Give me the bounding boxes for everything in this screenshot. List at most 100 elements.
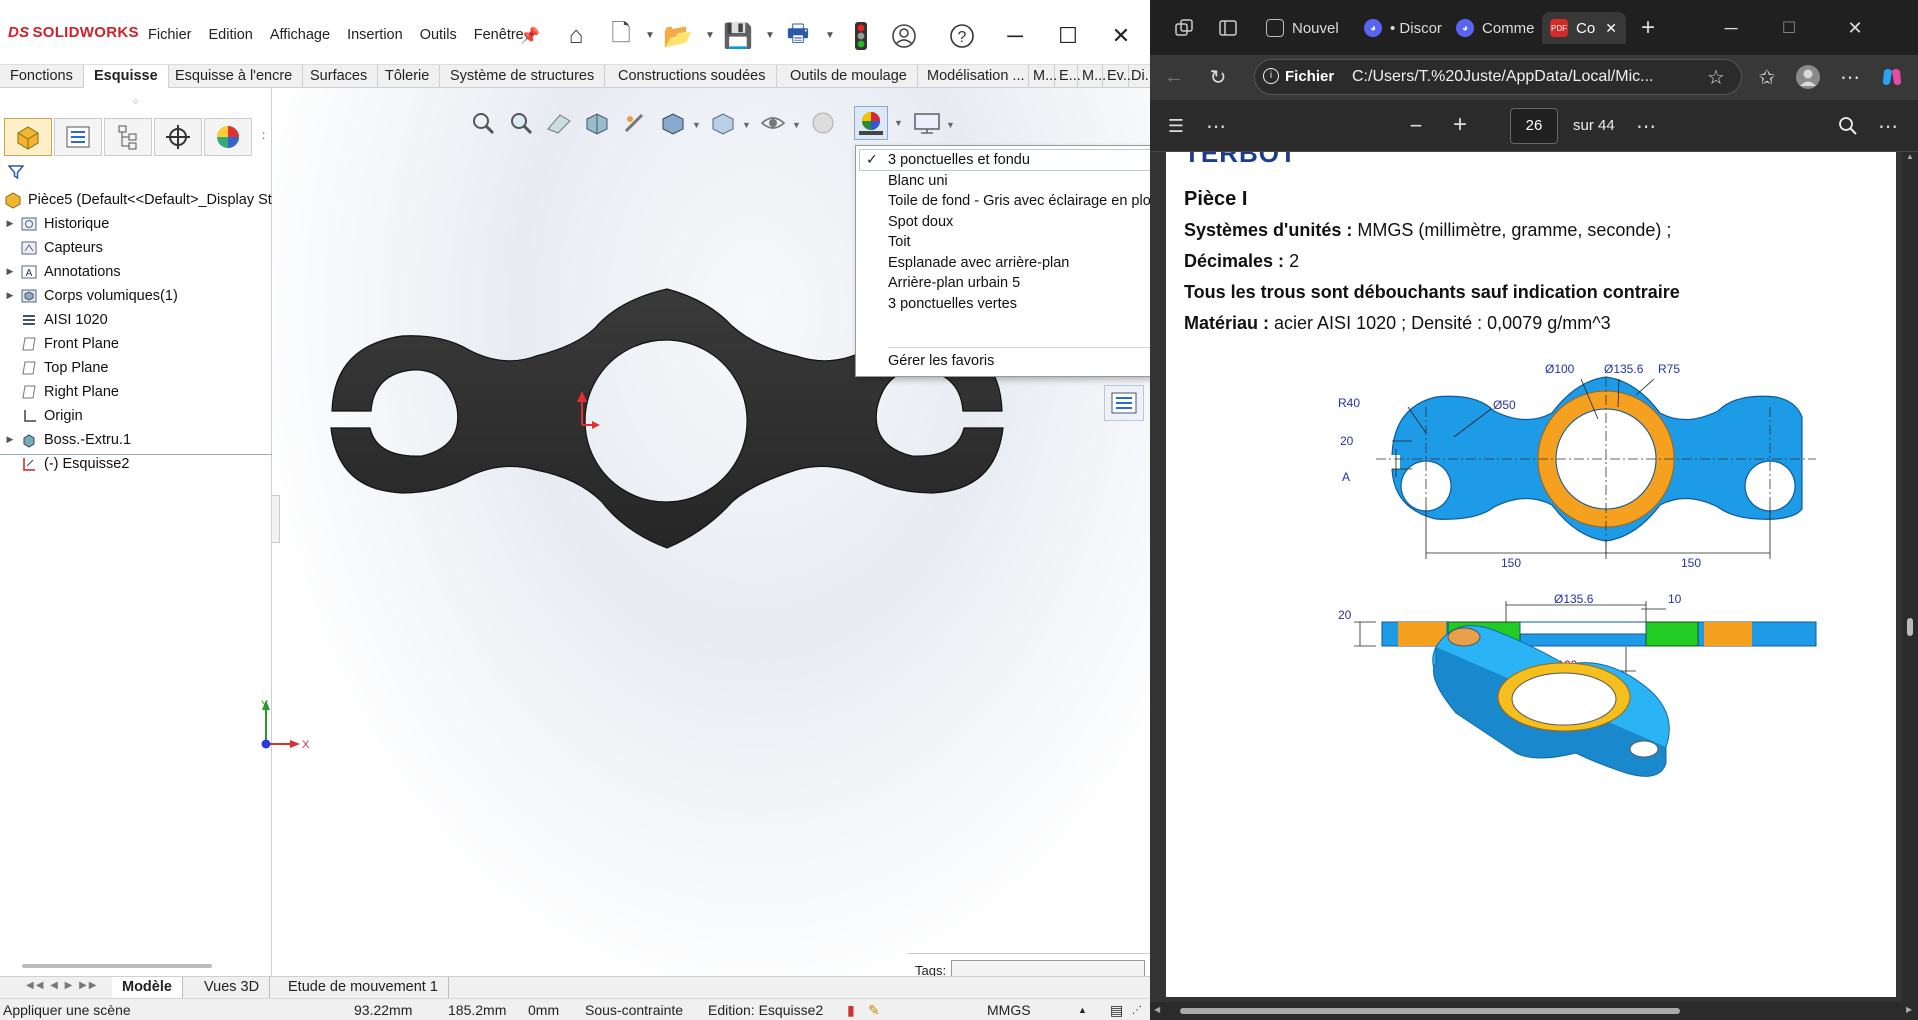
- scene-option-spot-doux[interactable]: Spot doux: [888, 214, 953, 230]
- chevron-down-icon[interactable]: ▼: [645, 30, 655, 41]
- tree-item-origin[interactable]: Origin: [4, 404, 83, 427]
- zoom-out-icon[interactable]: −: [1404, 113, 1428, 138]
- save-icon[interactable]: 💾: [720, 18, 756, 54]
- status-units[interactable]: MMGS: [987, 1002, 1031, 1018]
- home-icon[interactable]: ⌂: [558, 18, 594, 54]
- tree-item-front-plane[interactable]: Front Plane: [4, 332, 119, 355]
- chevron-down-icon[interactable]: ▼: [825, 30, 835, 41]
- refresh-icon[interactable]: ↻: [1206, 65, 1230, 89]
- scene-option-3-ponctuelles-fondu[interactable]: 3 ponctuelles et fondu: [888, 152, 1030, 168]
- chevron-up-icon[interactable]: ▲: [1078, 1005, 1087, 1015]
- tree-item-material[interactable]: AISI 1020: [4, 308, 108, 331]
- new-document-icon[interactable]: 🗋: [603, 18, 639, 54]
- menu-affichage[interactable]: Affichage: [270, 27, 330, 43]
- copilot-icon[interactable]: [1878, 63, 1906, 91]
- expand-arrow-icon[interactable]: ▶: [4, 218, 16, 229]
- property-manager-tab-icon[interactable]: [54, 118, 102, 156]
- tab-di[interactable]: Di...: [1129, 65, 1157, 89]
- scene-option-toile-de-fond[interactable]: Toile de fond - Gris avec éclairage en p…: [888, 193, 1183, 209]
- scroll-up-icon[interactable]: ▲: [1906, 152, 1914, 161]
- feature-tree-tab-icon[interactable]: [4, 118, 52, 156]
- tab-fonctions[interactable]: Fonctions: [0, 65, 84, 89]
- tab-e[interactable]: E...: [1055, 65, 1081, 89]
- maximize-button[interactable]: ☐: [1774, 14, 1804, 42]
- pdf-horizontal-scrollbar[interactable]: ◀ ▶: [1150, 1002, 1918, 1020]
- tree-item-boss-extrude[interactable]: ▶ Boss.-Extru.1: [4, 428, 132, 451]
- tree-root-part[interactable]: Pièce5 (Default<<Default>_Display Sta: [4, 188, 280, 211]
- back-icon[interactable]: ←: [1162, 65, 1186, 89]
- tree-item-esquisse2[interactable]: (-) Esquisse2: [4, 452, 129, 475]
- help-icon[interactable]: ?: [944, 18, 980, 54]
- scroll-left-icon[interactable]: ◀: [1154, 1005, 1160, 1014]
- tab-m[interactable]: M...: [1029, 65, 1057, 89]
- scene-option-3-ponctuelles-vertes[interactable]: 3 ponctuelles vertes: [888, 296, 1017, 312]
- resize-grip-icon[interactable]: ⋰: [1132, 1005, 1142, 1016]
- scrollbar-thumb[interactable]: [1180, 1008, 1680, 1014]
- tab-etude-mouvement[interactable]: Etude de mouvement 1: [278, 977, 449, 999]
- more-pdf-options-icon[interactable]: ⋯: [1634, 114, 1658, 138]
- scrollbar-thumb[interactable]: [1907, 618, 1913, 636]
- minimize-button[interactable]: ─: [1716, 14, 1746, 42]
- close-button[interactable]: ✕: [1840, 14, 1870, 42]
- tab-modele[interactable]: Modèle: [112, 977, 183, 999]
- panel-grip-icon[interactable]: ○: [133, 96, 138, 106]
- scroll-right-icon[interactable]: ▶: [1906, 1005, 1912, 1014]
- tree-item-capteurs[interactable]: Capteurs: [4, 236, 103, 259]
- pdf-menu-icon[interactable]: ⋯: [1876, 114, 1900, 138]
- tree-item-historique[interactable]: ▶ Historique: [4, 212, 110, 235]
- browser-tab-discord[interactable]: ◕ • Discor: [1364, 12, 1448, 44]
- tab-modelisation[interactable]: Modélisation ...: [917, 65, 1029, 89]
- feature-manager-scrollbar[interactable]: [22, 964, 212, 968]
- rollback-bar[interactable]: [0, 454, 272, 455]
- rebuild-traffic-light-icon[interactable]: [843, 18, 879, 54]
- page-number-input[interactable]: 26: [1510, 108, 1558, 144]
- menu-outils[interactable]: Outils: [420, 27, 457, 43]
- tab-m2[interactable]: M...: [1078, 65, 1106, 89]
- tree-item-annotations[interactable]: ▶ A Annotations: [4, 260, 121, 283]
- scene-option-urbain-5[interactable]: Arrière-plan urbain 5: [888, 275, 1020, 291]
- close-button[interactable]: ✕: [1101, 18, 1141, 54]
- scene-option-blanc-uni[interactable]: Blanc uni: [888, 173, 948, 189]
- expand-arrow-icon[interactable]: ▶: [4, 266, 16, 277]
- tree-item-corps-volumiques[interactable]: ▶ Corps volumiques(1): [4, 284, 178, 307]
- tab-scroll-arrows-icon[interactable]: ◀◀ ◀ ▶ ▶▶: [26, 980, 116, 996]
- tree-item-top-plane[interactable]: Top Plane: [4, 356, 109, 379]
- pdf-viewport[interactable]: TERBOT Pièce I Systèmes d'unités : MMGS …: [1150, 152, 1918, 1002]
- more-tabs-icon[interactable]: :: [262, 128, 265, 142]
- info-icon[interactable]: i: [1263, 68, 1279, 84]
- display-manager-tab-icon[interactable]: [204, 118, 252, 156]
- edit-sketch-icon[interactable]: ✎: [868, 1002, 880, 1019]
- menu-fichier[interactable]: Fichier: [148, 27, 192, 43]
- favorite-star-icon[interactable]: ☆: [1707, 65, 1725, 90]
- quick-tips-icon[interactable]: ▤: [1110, 1002, 1123, 1019]
- tab-vues-3d[interactable]: Vues 3D: [194, 977, 271, 999]
- expand-arrow-icon[interactable]: ▶: [4, 434, 16, 445]
- menu-edition[interactable]: Edition: [209, 27, 253, 43]
- new-tab-button[interactable]: +: [1636, 14, 1660, 41]
- tab-ev[interactable]: Ev...: [1103, 65, 1135, 89]
- workspaces-icon[interactable]: [1172, 16, 1196, 40]
- pin-icon[interactable]: 📌: [512, 18, 548, 54]
- close-tab-icon[interactable]: ✕: [1605, 20, 1617, 37]
- address-bar[interactable]: i Fichier C:/Users/T.%20Juste/AppData/Lo…: [1254, 59, 1742, 95]
- expand-arrow-icon[interactable]: ▶: [4, 290, 16, 301]
- manage-favorites-item[interactable]: Gérer les favoris: [888, 353, 994, 369]
- tab-constructions-soudees[interactable]: Constructions soudées: [608, 65, 777, 89]
- browser-tab-active-pdf[interactable]: PDF Co ✕: [1542, 12, 1626, 44]
- user-account-icon[interactable]: [886, 18, 922, 54]
- search-icon[interactable]: [1836, 114, 1860, 138]
- configuration-manager-tab-icon[interactable]: [104, 118, 152, 156]
- maximize-button[interactable]: ☐: [1048, 18, 1088, 54]
- rebuild-icon[interactable]: ▮: [847, 1002, 855, 1019]
- tab-systeme-structures[interactable]: Système de structures: [440, 65, 606, 89]
- browser-tab-comme[interactable]: ◕ Comme: [1456, 12, 1538, 44]
- tab-tolerie[interactable]: Tôlerie: [375, 65, 441, 89]
- solidworks-logo[interactable]: DS SOLIDWORKS: [8, 24, 139, 41]
- minimize-button[interactable]: ─: [995, 18, 1035, 54]
- tab-outils-moulage[interactable]: Outils de moulage: [780, 65, 918, 89]
- tab-esquisse[interactable]: Esquisse: [84, 65, 169, 89]
- scene-option-toit[interactable]: Toit: [888, 234, 911, 250]
- chevron-down-icon[interactable]: ▼: [765, 30, 775, 41]
- pdf-vertical-scrollbar[interactable]: ▲: [1902, 152, 1918, 1002]
- profile-avatar[interactable]: [1794, 63, 1822, 91]
